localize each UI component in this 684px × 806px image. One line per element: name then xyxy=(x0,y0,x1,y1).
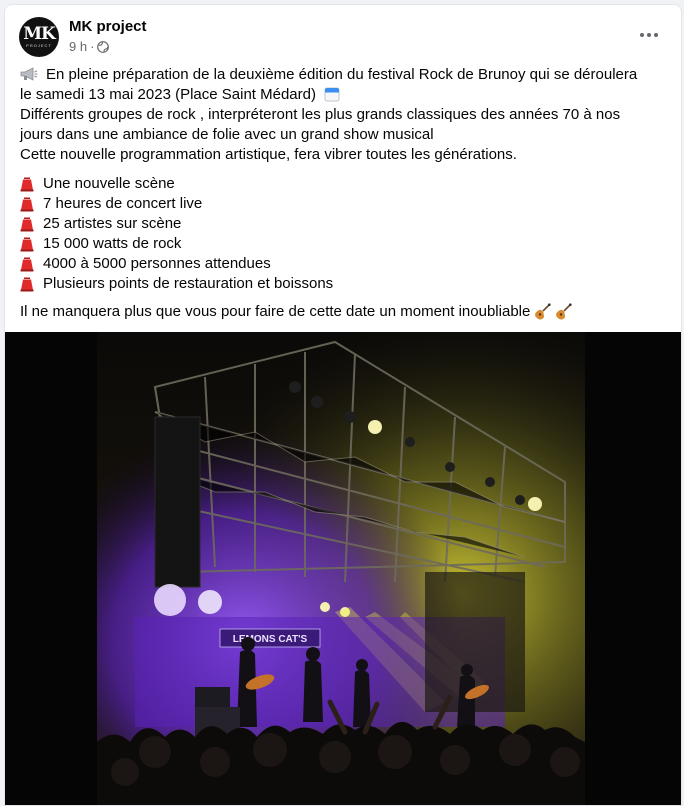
more-options-icon-dot xyxy=(647,33,651,37)
meta-separator: · xyxy=(90,39,95,54)
guitar-icon xyxy=(556,303,572,320)
post-meta: 9 h · xyxy=(69,39,110,54)
post-body: En pleine préparation de la deuxième édi… xyxy=(20,65,670,322)
red-lantern-icon xyxy=(20,277,34,291)
list-item: 15 000 watts de rock xyxy=(20,234,670,254)
list-item-text: Une nouvelle scène xyxy=(43,175,175,192)
list-item-text: Plusieurs points de restauration et bois… xyxy=(43,275,334,292)
post-line: le samedi 13 mai 2023 (Place Saint Médar… xyxy=(20,85,670,105)
concert-photo-image: LEMONS CAT'S xyxy=(5,332,681,805)
list-item: 7 heures de concert live xyxy=(20,194,670,214)
post-line-4: jours dans une ambiance de folie avec un… xyxy=(20,126,434,143)
list-item: 4000 à 5000 personnes attendues xyxy=(20,254,670,274)
list-item: Plusieurs points de restauration et bois… xyxy=(20,274,670,294)
red-lantern-icon xyxy=(20,257,34,271)
author-name[interactable]: MK project xyxy=(69,18,147,35)
feature-list: Une nouvelle scène 7 heures de concert l… xyxy=(20,174,670,294)
post-line-1: En pleine préparation de la deuxième édi… xyxy=(46,66,638,83)
post-line-3: Différents groupes de rock , interpréter… xyxy=(20,106,621,123)
closing-line: Il ne manquera plus que vous pour faire … xyxy=(20,302,670,322)
post-header: MK PROJECT MK project 9 h · xyxy=(19,17,667,61)
red-lantern-icon xyxy=(20,197,34,211)
avatar[interactable]: MK PROJECT xyxy=(19,17,59,57)
list-item-text: 7 heures de concert live xyxy=(43,195,203,212)
red-lantern-icon xyxy=(20,217,34,231)
calendar-icon xyxy=(324,87,340,102)
globe-icon xyxy=(97,40,110,53)
guitar-icon xyxy=(535,303,551,320)
concert-photo[interactable]: LEMONS CAT'S xyxy=(5,332,681,805)
list-item: 25 artistes sur scène xyxy=(20,214,670,234)
red-lantern-icon xyxy=(20,237,34,251)
list-item: Une nouvelle scène xyxy=(20,174,670,194)
post-line-5: Cette nouvelle programmation artistique,… xyxy=(20,146,517,163)
closing-text: Il ne manquera plus que vous pour faire … xyxy=(20,303,531,320)
post-time[interactable]: 9 h xyxy=(69,39,87,54)
megaphone-icon xyxy=(20,67,38,81)
post-line: En pleine préparation de la deuxième édi… xyxy=(20,65,670,85)
avatar-logo-text: MK xyxy=(23,24,56,44)
list-item-text: 15 000 watts de rock xyxy=(43,235,182,252)
list-item-text: 4000 à 5000 personnes attendues xyxy=(43,255,271,272)
more-options-icon-dot xyxy=(654,33,658,37)
post-line-2: le samedi 13 mai 2023 (Place Saint Médar… xyxy=(20,86,316,103)
red-lantern-icon xyxy=(20,177,34,191)
post-card: MK PROJECT MK project 9 h · En pleine pr… xyxy=(4,4,682,806)
more-options-icon xyxy=(640,33,644,37)
more-options-button[interactable] xyxy=(631,23,667,47)
avatar-logo-subtext: PROJECT xyxy=(26,43,52,48)
list-item-text: 25 artistes sur scène xyxy=(43,215,182,232)
